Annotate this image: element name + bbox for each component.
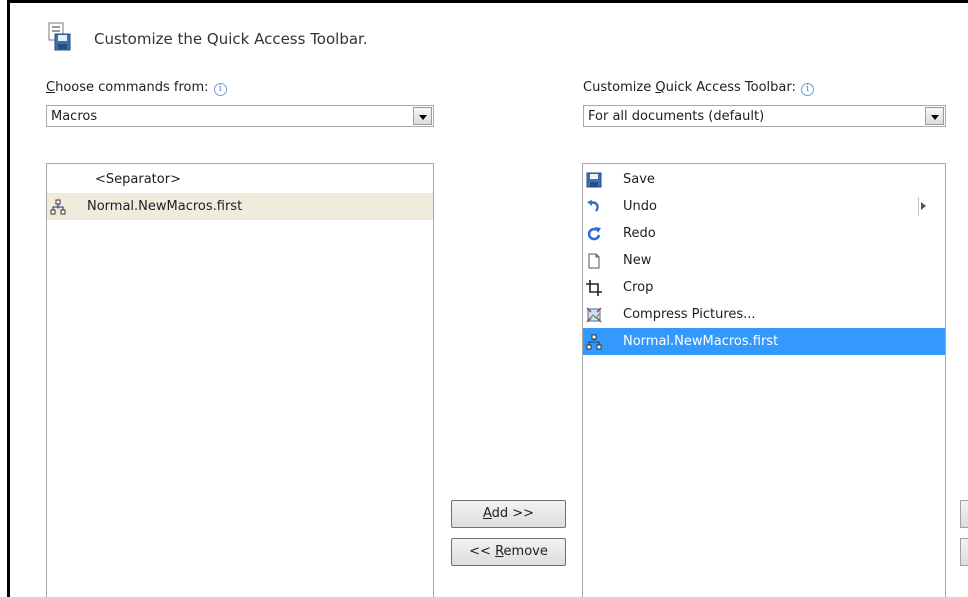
list-item-label: Crop: [623, 280, 654, 295]
move-down-button[interactable]: [960, 538, 968, 566]
list-item-label: Normal.NewMacros.first: [623, 334, 779, 349]
chevron-right-icon[interactable]: [921, 202, 926, 210]
list-item-macro[interactable]: Normal.NewMacros.first: [47, 193, 433, 220]
macro-icon: [50, 199, 66, 215]
new-document-icon: [588, 253, 600, 269]
list-item-redo[interactable]: Redo: [583, 220, 945, 247]
dialog-title: Customize the Quick Access Toolbar.: [94, 30, 368, 48]
available-commands-list[interactable]: <Separator> Normal.NewMacros.first: [46, 163, 434, 597]
window-border-left: [7, 0, 10, 597]
compress-pictures-icon: [586, 307, 602, 323]
add-button[interactable]: Add >>: [451, 500, 566, 528]
customize-toolbar-value: For all documents (default): [588, 109, 765, 124]
split-divider: [918, 197, 919, 216]
list-item-label: <Separator>: [95, 172, 181, 187]
redo-icon: [587, 227, 601, 241]
chevron-down-icon[interactable]: [925, 107, 944, 125]
undo-icon: [587, 200, 599, 212]
list-item-save[interactable]: Save: [583, 166, 945, 193]
quick-access-toolbar-icon: [48, 22, 71, 51]
customize-toolbar-label: Customize Quick Access Toolbar: i: [583, 80, 815, 96]
chevron-down-icon[interactable]: [413, 107, 432, 125]
list-item-macro[interactable]: Normal.NewMacros.first: [583, 328, 945, 355]
toolbar-commands-list[interactable]: Save Undo Redo New Crop Compress Picture…: [582, 163, 946, 597]
customize-dialog: Customize the Quick Access Toolbar. Choo…: [0, 0, 968, 597]
macro-icon: [586, 334, 602, 350]
remove-button[interactable]: << Remove: [451, 538, 566, 566]
list-item-label: Compress Pictures...: [623, 307, 756, 322]
crop-icon: [586, 280, 602, 296]
list-item-undo[interactable]: Undo: [583, 193, 945, 220]
list-item-new[interactable]: New: [583, 247, 945, 274]
choose-commands-label: Choose commands from: i: [46, 80, 227, 96]
choose-commands-dropdown[interactable]: Macros: [46, 105, 434, 127]
list-item-label: Undo: [623, 199, 657, 214]
info-icon[interactable]: i: [801, 83, 815, 96]
list-item-label: Save: [623, 172, 655, 187]
list-item-separator[interactable]: <Separator>: [47, 166, 433, 193]
list-item-label: Normal.NewMacros.first: [87, 199, 243, 214]
list-item-label: New: [623, 253, 652, 268]
list-item-crop[interactable]: Crop: [583, 274, 945, 301]
info-icon[interactable]: i: [213, 83, 227, 96]
save-icon: [586, 172, 602, 188]
window-border-top: [7, 0, 968, 3]
list-item-compress-pictures[interactable]: Compress Pictures...: [583, 301, 945, 328]
choose-commands-value: Macros: [51, 109, 98, 124]
customize-toolbar-dropdown[interactable]: For all documents (default): [583, 105, 946, 127]
list-item-label: Redo: [623, 226, 656, 241]
move-up-button[interactable]: [960, 500, 968, 528]
